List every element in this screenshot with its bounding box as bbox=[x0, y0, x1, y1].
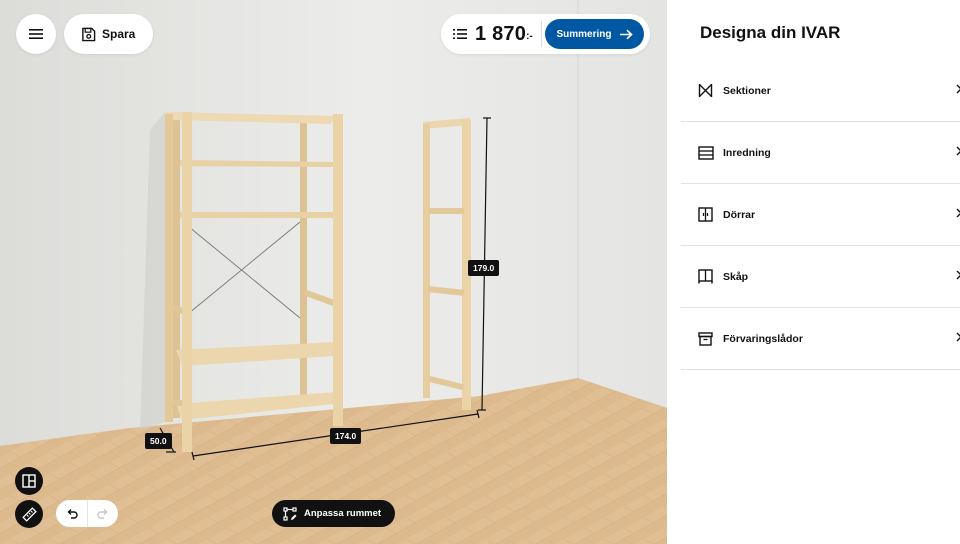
category-item-interior[interactable]: Inredning bbox=[681, 122, 960, 184]
undo-button[interactable] bbox=[56, 500, 87, 527]
category-label: Skåp bbox=[723, 270, 749, 283]
hamburger-icon bbox=[29, 29, 43, 39]
price-suffix: :- bbox=[526, 31, 533, 42]
layout-view-button[interactable] bbox=[15, 467, 43, 495]
panel-title: Designa din IVAR bbox=[700, 23, 841, 42]
summary-button[interactable]: Summering bbox=[545, 19, 644, 49]
redo-icon bbox=[97, 508, 108, 519]
undo-redo-group bbox=[56, 500, 118, 527]
design-panel: Designa din IVAR Sektioner Inredning Dör… bbox=[667, 0, 960, 544]
summary-label: Summering bbox=[556, 28, 612, 40]
category-item-storage-boxes[interactable]: Förvaringslådor bbox=[681, 308, 960, 370]
save-button[interactable]: Spara bbox=[64, 14, 153, 54]
width-dimension-label[interactable]: 174.0 bbox=[330, 428, 362, 444]
category-label: Förvaringslådor bbox=[723, 332, 803, 345]
category-item-cabinets[interactable]: Skåp bbox=[681, 246, 960, 308]
chevron-right-icon bbox=[956, 270, 960, 280]
measure-button[interactable] bbox=[15, 500, 43, 528]
category-item-sections[interactable]: Sektioner bbox=[681, 60, 960, 122]
depth-dimension-label[interactable]: 50.0 bbox=[145, 433, 172, 449]
adjust-room-button[interactable]: Anpassa rummet bbox=[272, 500, 395, 527]
layout-grid-icon bbox=[22, 474, 36, 488]
sections-icon bbox=[697, 82, 714, 99]
category-label: Inredning bbox=[723, 146, 771, 159]
chevron-right-icon bbox=[956, 332, 960, 342]
ruler-icon bbox=[21, 506, 37, 522]
category-item-doors[interactable]: Dörrar bbox=[681, 184, 960, 246]
room-edit-icon bbox=[283, 506, 297, 521]
menu-button[interactable] bbox=[16, 14, 56, 54]
price-summary-bar: 1 870 :- Summering bbox=[441, 14, 650, 54]
total-price: 1 870 bbox=[475, 22, 527, 45]
arrow-right-icon bbox=[619, 29, 633, 39]
doors-icon bbox=[697, 206, 714, 223]
chevron-right-icon bbox=[956, 208, 960, 218]
cabinet-icon bbox=[697, 268, 714, 285]
category-label: Dörrar bbox=[723, 208, 756, 221]
undo-icon bbox=[67, 508, 78, 519]
chevron-right-icon bbox=[956, 84, 960, 94]
floppy-disk-icon bbox=[82, 27, 96, 41]
save-label: Spara bbox=[102, 27, 136, 41]
height-dimension-label[interactable]: 179.0 bbox=[468, 260, 500, 276]
room-scene[interactable] bbox=[0, 0, 667, 544]
redo-button[interactable] bbox=[87, 500, 118, 527]
list-icon[interactable] bbox=[453, 28, 467, 40]
category-label: Sektioner bbox=[723, 84, 771, 97]
category-list: Sektioner Inredning Dörrar Skåp Förvarin… bbox=[681, 60, 960, 370]
shelf-interior-icon bbox=[697, 144, 714, 161]
storage-box-icon bbox=[697, 330, 714, 347]
chevron-right-icon bbox=[956, 146, 960, 156]
adjust-room-label: Anpassa rummet bbox=[304, 508, 382, 519]
3d-viewport[interactable]: Spara 1 870 :- Summering 179.0 174.0 50.… bbox=[0, 0, 667, 544]
